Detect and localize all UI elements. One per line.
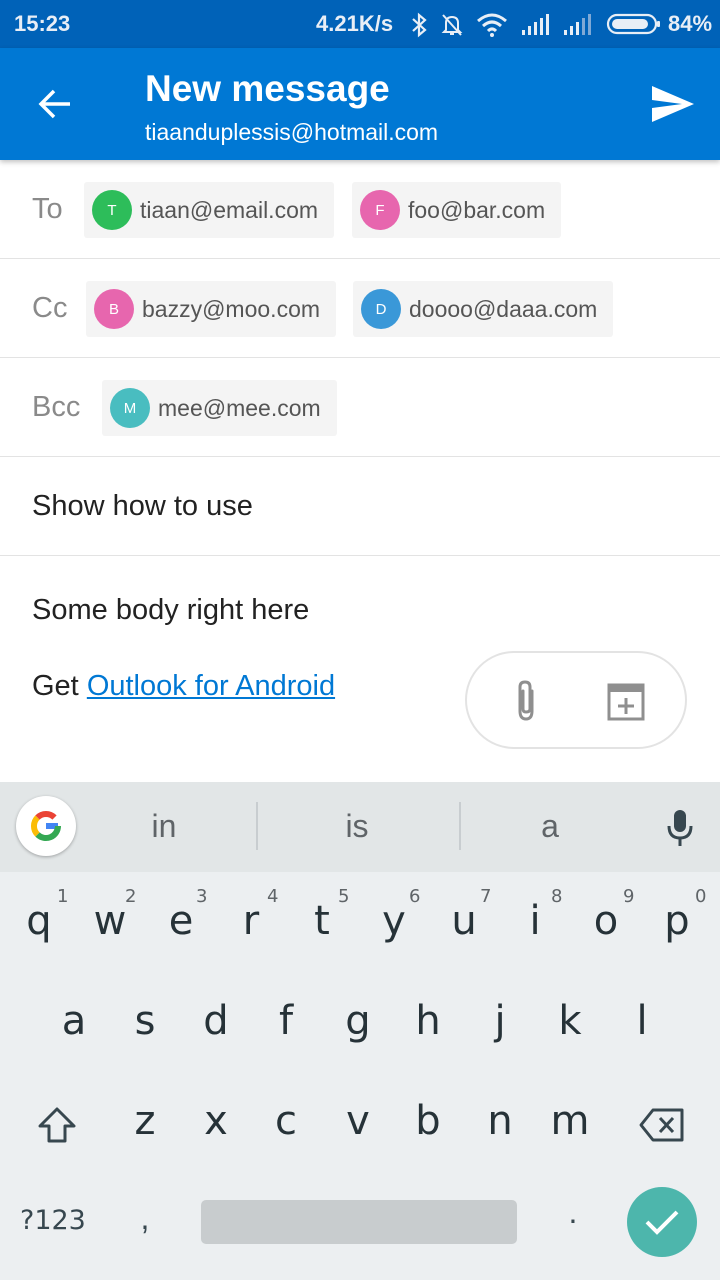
signature: Get Outlook for Android xyxy=(32,670,335,703)
send-button[interactable] xyxy=(640,76,706,132)
body-text[interactable]: Some body right here xyxy=(32,594,309,627)
comma-key[interactable]: , xyxy=(130,1200,160,1237)
avatar: B xyxy=(94,289,134,329)
key-t[interactable]: t xyxy=(292,898,352,944)
outlook-link[interactable]: Outlook for Android xyxy=(87,670,335,702)
google-icon xyxy=(31,811,62,841)
divider xyxy=(0,555,720,556)
subject-field[interactable]: Show how to use xyxy=(32,490,253,523)
signal-icon-2 xyxy=(564,14,591,35)
backspace-icon xyxy=(639,1108,684,1142)
key-p[interactable]: p xyxy=(647,898,707,944)
add-event-button[interactable] xyxy=(603,679,649,725)
signal-icon xyxy=(522,14,549,35)
suggestion-bar: in is a xyxy=(0,782,720,872)
google-button[interactable] xyxy=(16,796,76,856)
sender-account[interactable]: tiaanduplessis@hotmail.com xyxy=(145,119,438,146)
notifications-off-icon xyxy=(441,14,463,36)
key-f[interactable]: f xyxy=(256,998,316,1044)
key-u[interactable]: u xyxy=(434,898,494,944)
key-y[interactable]: y xyxy=(364,898,424,944)
key-j[interactable]: j xyxy=(470,998,530,1044)
key-k[interactable]: k xyxy=(540,998,600,1044)
key-n[interactable]: n xyxy=(470,1098,530,1144)
battery-percent: 84% xyxy=(668,11,713,36)
key-c[interactable]: c xyxy=(256,1098,316,1144)
compose-header: New message tiaanduplessis@hotmail.com xyxy=(0,48,720,160)
avatar: M xyxy=(110,388,150,428)
arrow-back-icon xyxy=(38,89,70,119)
key-l[interactable]: l xyxy=(612,998,672,1044)
recipient-email: foo@bar.com xyxy=(408,196,546,223)
key-o[interactable]: o xyxy=(576,898,636,944)
backspace-key[interactable] xyxy=(632,1100,692,1150)
suggestion-1[interactable]: in xyxy=(104,808,224,845)
checkmark-icon xyxy=(645,1210,679,1235)
recipient-chip[interactable]: B bazzy@moo.com xyxy=(86,281,337,337)
attach-button[interactable] xyxy=(503,677,551,725)
shift-key[interactable] xyxy=(27,1100,87,1150)
calendar-add-icon xyxy=(607,683,645,721)
divider xyxy=(256,802,258,850)
recipient-chip[interactable]: T tiaan@email.com xyxy=(84,182,335,238)
recipient-email: mee@mee.com xyxy=(158,394,321,421)
keyboard: 1 q 2 w 3 e 4 r 5 t 6 y 7 u 8 i 9 o 0 p … xyxy=(0,872,720,1280)
key-m[interactable]: m xyxy=(540,1098,600,1144)
bcc-label: Bcc xyxy=(32,391,81,423)
wifi-icon xyxy=(477,13,507,37)
period-key[interactable]: . xyxy=(558,1194,588,1231)
recipient-chip[interactable]: M mee@mee.com xyxy=(102,380,337,436)
avatar: F xyxy=(360,190,400,230)
to-label: To xyxy=(32,193,63,225)
network-speed: 4.21K/s xyxy=(316,11,394,36)
bcc-row[interactable]: Bcc M mee@mee.com xyxy=(0,358,720,457)
attachment-icon xyxy=(518,680,534,721)
suggestion-2[interactable]: is xyxy=(297,808,417,845)
back-button[interactable] xyxy=(24,78,88,130)
divider xyxy=(459,802,461,850)
key-d[interactable]: d xyxy=(186,998,246,1044)
cc-label: Cc xyxy=(32,292,68,324)
key-i[interactable]: i xyxy=(505,898,565,944)
key-s[interactable]: s xyxy=(115,998,175,1044)
send-icon xyxy=(652,86,694,122)
voice-input-button[interactable] xyxy=(660,806,700,850)
signature-prefix: Get xyxy=(32,670,87,702)
recipient-chip[interactable]: F foo@bar.com xyxy=(352,182,562,238)
key-a[interactable]: a xyxy=(44,998,104,1044)
recipient-email: bazzy@moo.com xyxy=(142,295,321,322)
to-row[interactable]: To T tiaan@email.com F foo@bar.com xyxy=(0,160,720,259)
compose-actions xyxy=(465,651,687,749)
avatar: D xyxy=(361,289,401,329)
key-g[interactable]: g xyxy=(328,998,388,1044)
microphone-icon xyxy=(667,810,693,846)
key-e[interactable]: e xyxy=(151,898,211,944)
cc-row[interactable]: Cc B bazzy@moo.com D doooo@daaa.com xyxy=(0,259,720,358)
key-x[interactable]: x xyxy=(186,1098,246,1144)
key-h[interactable]: h xyxy=(398,998,458,1044)
enter-key[interactable] xyxy=(627,1187,697,1257)
space-bar[interactable] xyxy=(201,1200,517,1244)
recipient-chip[interactable]: D doooo@daaa.com xyxy=(353,281,614,337)
avatar: T xyxy=(92,190,132,230)
symbols-key[interactable]: ?123 xyxy=(20,1205,86,1236)
key-z[interactable]: z xyxy=(115,1098,175,1144)
bluetooth-icon xyxy=(412,12,427,38)
status-bar: 15:23 4.21K/s 84% xyxy=(0,0,720,48)
key-r[interactable]: r xyxy=(221,898,281,944)
suggestion-3[interactable]: a xyxy=(490,808,610,845)
key-q[interactable]: q xyxy=(9,898,69,944)
recipient-email: doooo@daaa.com xyxy=(409,295,598,322)
shift-icon xyxy=(38,1107,76,1143)
recipient-email: tiaan@email.com xyxy=(140,196,319,223)
status-time: 15:23 xyxy=(14,11,71,36)
battery-icon xyxy=(606,13,660,35)
key-w[interactable]: w xyxy=(80,898,140,944)
page-title: New message xyxy=(145,68,390,109)
key-v[interactable]: v xyxy=(328,1098,388,1144)
key-b[interactable]: b xyxy=(398,1098,458,1144)
